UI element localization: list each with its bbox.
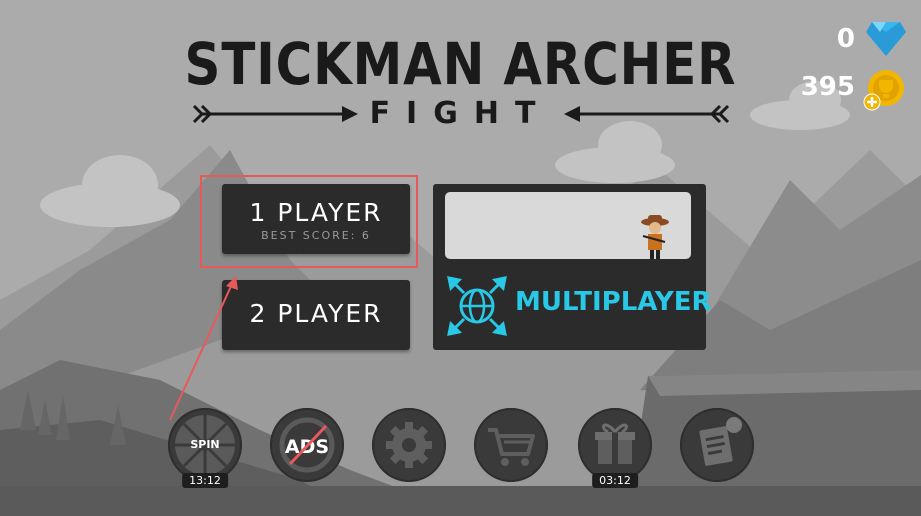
annotation-arrow [169, 276, 238, 421]
multiplayer-label: MULTIPLAYER [515, 287, 712, 317]
no-ads-icon: ADS [279, 417, 335, 473]
archer-character-icon [641, 215, 669, 259]
no-ads-button[interactable]: ADS [270, 408, 344, 482]
shop-button[interactable] [474, 408, 548, 482]
cart-icon [488, 428, 535, 466]
multiplayer-preview [445, 192, 691, 259]
coin-count: 395 [800, 72, 855, 102]
gem-icon[interactable] [866, 20, 906, 56]
gift-button[interactable]: 03:12 [578, 408, 652, 488]
game-title: STICKMAN ARCHER [184, 30, 737, 98]
gift-icon [595, 423, 635, 464]
settings-button[interactable] [372, 408, 446, 482]
gem-count: 0 [836, 24, 855, 54]
gift-timer: 03:12 [592, 473, 638, 488]
spin-wheel-icon: SPIN [175, 415, 235, 475]
highlight-box [200, 175, 418, 268]
left-arrow-decoration [192, 104, 358, 124]
news-button[interactable] [680, 408, 754, 482]
spin-button[interactable]: SPIN 13:12 [168, 408, 242, 488]
spin-timer: 13:12 [182, 473, 228, 488]
notes-icon [699, 417, 742, 466]
gear-icon [386, 422, 432, 468]
multiplayer-button[interactable]: MULTIPLAYER [433, 184, 712, 350]
game-subtitle: FIGHT [369, 96, 552, 131]
spin-label: SPIN [190, 438, 219, 451]
two-player-button[interactable]: 2 PLAYER [222, 280, 410, 350]
coin-icon[interactable] [862, 68, 906, 112]
two-player-label: 2 PLAYER [249, 299, 383, 328]
right-arrow-decoration [564, 104, 730, 124]
globe-arrows-icon [447, 276, 507, 336]
